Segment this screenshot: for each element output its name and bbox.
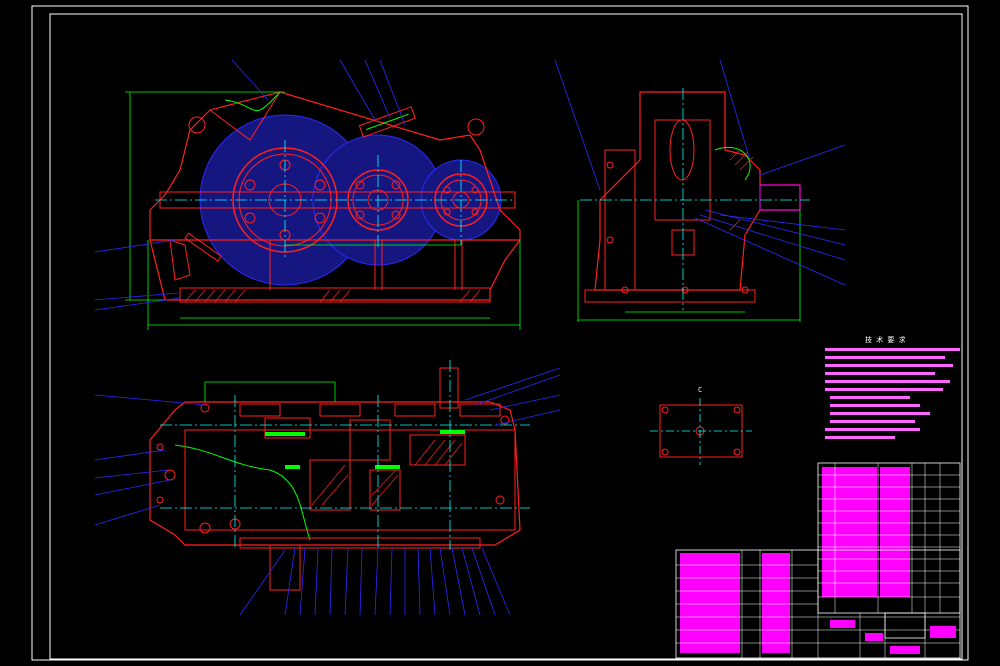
parts-list	[817, 462, 961, 614]
notes-heading: 技 术 要 求	[865, 335, 906, 344]
technical-notes: 技 术 要 求	[825, 335, 960, 439]
front-view	[94, 59, 521, 330]
detail-c-label: C	[698, 386, 702, 394]
top-view	[94, 360, 561, 616]
cad-drawing: C 技 术 要 求	[31, 5, 969, 661]
title-block	[675, 549, 961, 659]
side-view	[554, 59, 846, 322]
detail-c: C	[650, 386, 752, 465]
